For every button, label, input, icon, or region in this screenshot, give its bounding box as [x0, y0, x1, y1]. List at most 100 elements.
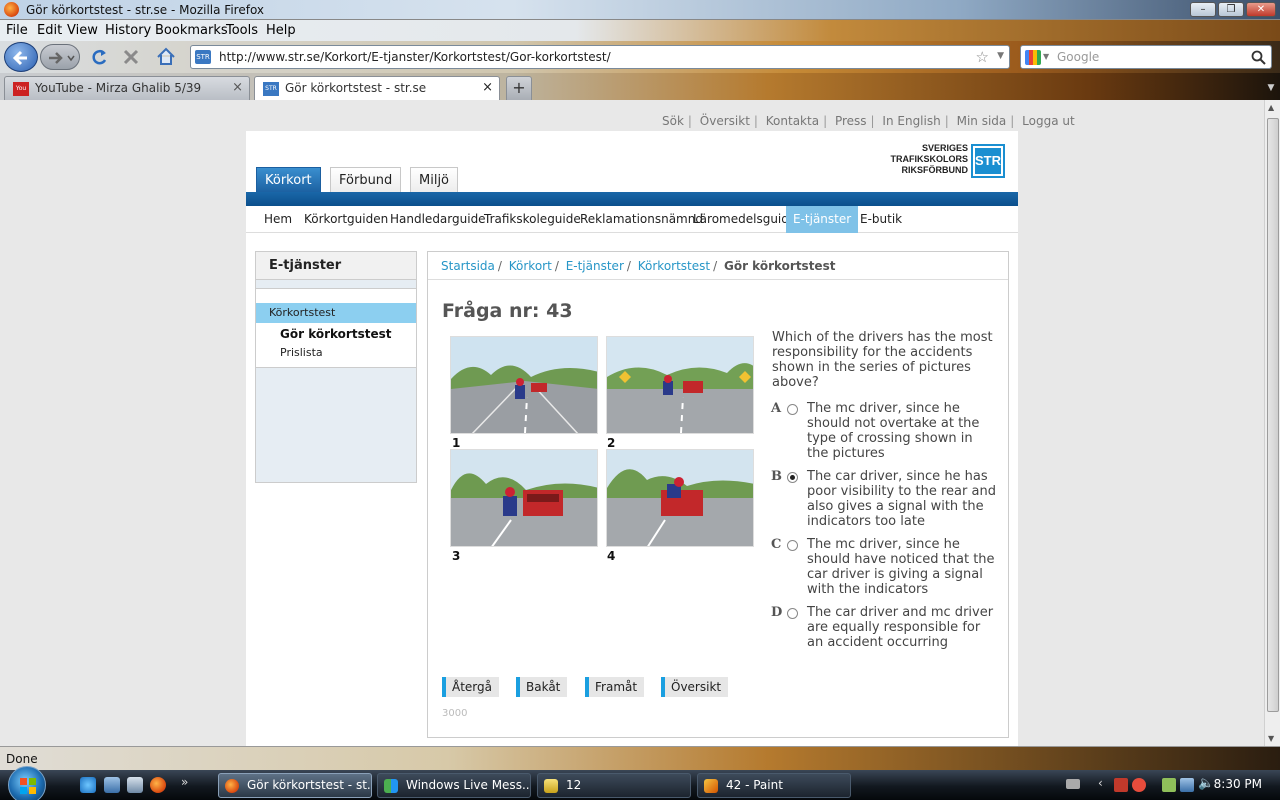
subnav-hem[interactable]: Hem [257, 206, 299, 233]
home-button[interactable] [154, 44, 178, 70]
clock[interactable]: 8:30 PM [1214, 777, 1262, 791]
vertical-scrollbar[interactable]: ▲ ▼ [1264, 100, 1280, 746]
sub-navigation: Hem Körkortguiden Handledarguide Trafiks… [246, 206, 1018, 233]
forward-button[interactable] [40, 44, 80, 70]
search-icon[interactable] [1251, 50, 1267, 66]
menu-help[interactable]: Help [266, 23, 296, 38]
answer-b[interactable]: B The car driver, since he has poor visi… [771, 469, 999, 529]
keyboard-icon[interactable] [1066, 779, 1080, 789]
answer-a-radio[interactable] [787, 404, 798, 415]
top-links: Sök | Översikt | Kontakta | Press | In Engli… [662, 114, 1075, 128]
menu-edit[interactable]: Edit [37, 23, 62, 38]
breadcrumb: Startsida / Körkort / E-tjänster / Körkorts… [428, 252, 1008, 280]
picture-number-2: 2 [607, 436, 616, 450]
firefox-quicklaunch-icon[interactable] [150, 777, 166, 793]
new-tab-button[interactable]: + [506, 76, 532, 100]
reload-button[interactable] [88, 44, 110, 70]
menu-view[interactable]: View [67, 23, 98, 38]
stop-button[interactable] [120, 44, 142, 70]
search-box[interactable]: ▼ Google [1020, 45, 1272, 69]
tab-close-icon[interactable]: × [482, 80, 493, 95]
answer-a[interactable]: A The mc driver, since he should not ove… [771, 401, 999, 461]
toplink-in-english[interactable]: In English [882, 114, 940, 128]
subnav-e-tjanster[interactable]: E-tjänster [786, 206, 859, 233]
start-button[interactable] [8, 766, 46, 800]
taskbar-item-messenger[interactable]: Windows Live Mess... [377, 773, 531, 798]
quicklaunch-more-icon[interactable]: » [181, 775, 188, 789]
acrobat-tray-icon[interactable] [1114, 778, 1128, 792]
menu-tools[interactable]: Tools [226, 23, 258, 38]
breadcrumb-startsida[interactable]: Startsida [441, 259, 495, 273]
breadcrumb-e-tjanster[interactable]: E-tjänster [566, 259, 624, 273]
minimize-button[interactable]: – [1190, 2, 1216, 17]
sidebar-menu: Körkortstest Gör körkortstest Prislista [256, 288, 416, 368]
tab-korkortstest[interactable]: STR Gör körkortstest - str.se × [254, 76, 500, 100]
logo-text: SVERIGES TRAFIKSKOLORS RIKSFÖRBUND [890, 143, 969, 175]
scroll-up-icon[interactable]: ▲ [1268, 103, 1274, 112]
sidebar-item-prislista[interactable]: Prislista [280, 346, 323, 359]
tab-list-icon[interactable]: ▼ [1262, 76, 1280, 100]
tab-close-icon[interactable]: × [232, 80, 243, 95]
bakat-button[interactable]: Bakåt [516, 677, 568, 697]
answer-b-radio[interactable] [787, 472, 798, 483]
taskbar: » Gör körkortstest - st... Windows Live … [0, 766, 1280, 800]
toplink-press[interactable]: Press [835, 114, 867, 128]
show-desktop-icon[interactable] [104, 777, 120, 793]
maintab-korkort[interactable]: Körkort [256, 167, 321, 193]
breadcrumb-korkort[interactable]: Körkort [509, 259, 552, 273]
back-button[interactable] [4, 42, 38, 72]
taskbar-item-folder[interactable]: 12 [537, 773, 691, 798]
menubar: File Edit View History Bookmarks Tools H… [0, 20, 1280, 41]
google-engine-icon[interactable] [1025, 50, 1041, 65]
sidebar-item-korkortstest[interactable]: Körkortstest [256, 303, 416, 323]
atergaa-button[interactable]: Återgå [442, 677, 499, 697]
menu-bookmarks[interactable]: Bookmarks [155, 23, 228, 38]
close-window-button[interactable]: ✕ [1246, 2, 1276, 17]
url-dropdown-icon[interactable]: ▼ [997, 51, 1004, 61]
security-tray-icon[interactable] [1132, 778, 1146, 792]
framat-button[interactable]: Framåt [585, 677, 645, 697]
scroll-thumb[interactable] [1267, 118, 1279, 712]
breadcrumb-korkortstest[interactable]: Körkortstest [638, 259, 710, 273]
toplink-logga-ut[interactable]: Logga ut [1022, 114, 1075, 128]
tab-label: Gör körkortstest - str.se [285, 81, 427, 95]
menu-file[interactable]: File [6, 23, 28, 38]
subnav-korkortguiden[interactable]: Körkortguiden [297, 206, 395, 233]
toplink-min-sida[interactable]: Min sida [957, 114, 1007, 128]
volume-icon[interactable]: 🔈 [1198, 776, 1214, 791]
maximize-button[interactable]: ❒ [1218, 2, 1244, 17]
url-text: http://www.str.se/Korkort/E-tjanster/Kor… [219, 50, 611, 64]
tray-expand-icon[interactable]: ‹ [1098, 776, 1103, 790]
network-icon[interactable] [1180, 778, 1194, 792]
answer-c-radio[interactable] [787, 540, 798, 551]
ie-quicklaunch-icon[interactable] [80, 777, 96, 793]
answer-d-radio[interactable] [787, 608, 798, 619]
answer-d[interactable]: D The car driver and mc driver are equal… [771, 605, 999, 665]
sidebar-item-gor-korkortstest[interactable]: Gör körkortstest [280, 327, 391, 341]
tray-app-icon[interactable] [1162, 778, 1176, 792]
toplink-sok[interactable]: Sök [662, 114, 684, 128]
tab-youtube[interactable]: You YouTube - Mirza Ghalib 5/39 × [4, 76, 250, 100]
switch-windows-icon[interactable] [127, 777, 143, 793]
question-text: Which of the drivers has the most respon… [772, 330, 993, 390]
address-bar[interactable]: STR http://www.str.se/Korkort/E-tjanster… [190, 45, 1010, 69]
maintab-forbund[interactable]: Förbund [330, 167, 402, 193]
toplink-oversikt[interactable]: Översikt [700, 114, 750, 128]
answer-c[interactable]: C The mc driver, since he should have no… [771, 537, 999, 597]
str-logo[interactable]: SVERIGES TRAFIKSKOLORS RIKSFÖRBUND STR [882, 143, 1008, 181]
picture-number-1: 1 [452, 436, 461, 450]
window-title: Gör körkortstest - str.se - Mozilla Fire… [26, 3, 265, 17]
engine-dropdown-icon[interactable]: ▼ [1043, 52, 1049, 61]
menu-history[interactable]: History [105, 23, 151, 38]
sidebar: E-tjänster Körkortstest Gör körkortstest… [255, 251, 417, 483]
maintab-miljo[interactable]: Miljö [410, 167, 459, 193]
taskbar-item-firefox[interactable]: Gör körkortstest - st... [218, 773, 372, 798]
subnav-e-butik[interactable]: E-butik [853, 206, 909, 233]
bookmark-star-icon[interactable]: ☆ [976, 48, 989, 66]
taskbar-item-paint[interactable]: 42 - Paint [697, 773, 851, 798]
scroll-down-icon[interactable]: ▼ [1268, 734, 1274, 743]
oversikt-button[interactable]: Översikt [661, 677, 729, 697]
toplink-kontakta[interactable]: Kontakta [766, 114, 819, 128]
subnav-trafikskoleguide[interactable]: Trafikskoleguide [477, 206, 588, 233]
breadcrumb-current: Gör körkortstest [723, 259, 836, 273]
